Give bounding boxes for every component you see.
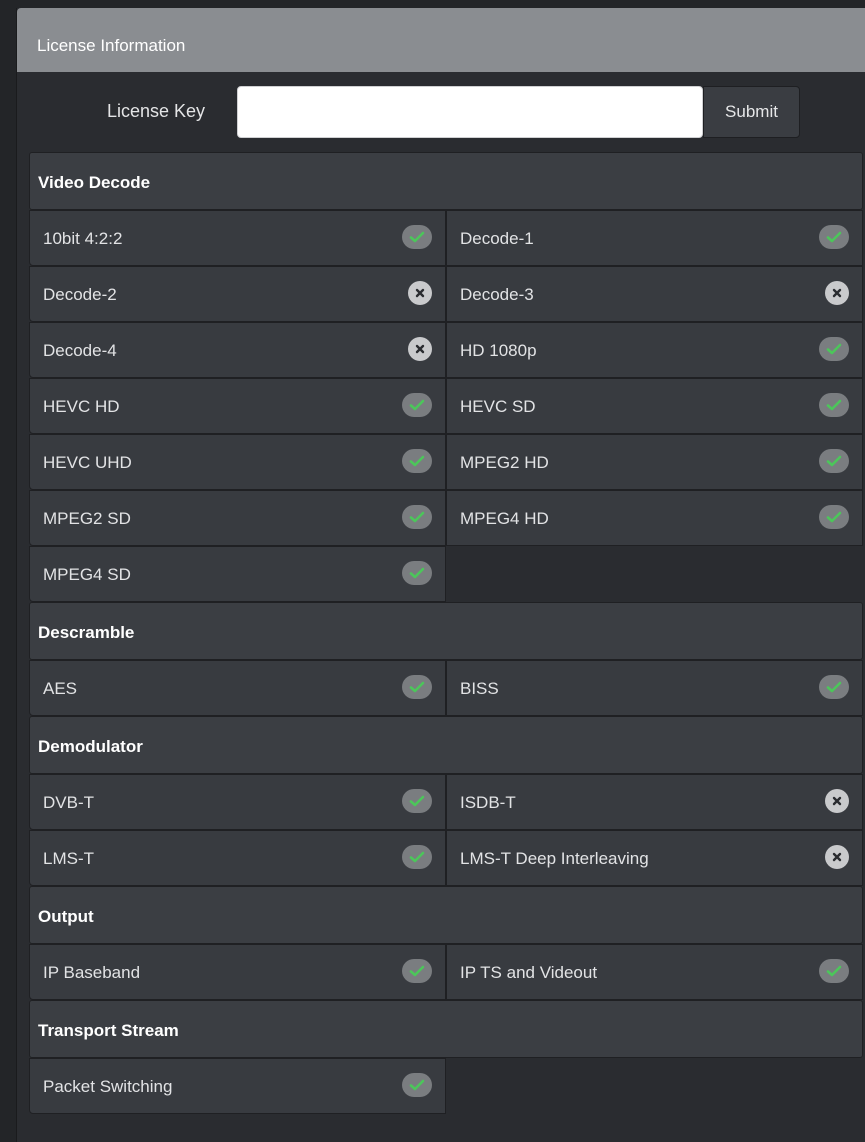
x-icon bbox=[825, 789, 849, 813]
license-feature-item: MPEG2 SD bbox=[29, 490, 446, 546]
feature-label: MPEG4 HD bbox=[460, 509, 549, 528]
feature-label: HD 1080p bbox=[460, 341, 537, 360]
license-feature-item: HEVC HD bbox=[29, 378, 446, 434]
license-feature-item: Packet Switching bbox=[29, 1058, 446, 1114]
empty-cell bbox=[446, 546, 863, 602]
check-icon bbox=[402, 845, 432, 869]
x-icon bbox=[408, 337, 432, 361]
section-header-descramble: Descramble bbox=[29, 602, 863, 660]
license-sections: Video Decode 10bit 4:2:2 Decode-1 Decode-2 D… bbox=[29, 152, 863, 1114]
license-feature-item: Decode-4 bbox=[29, 322, 446, 378]
feature-label: BISS bbox=[460, 679, 499, 698]
license-feature-item: DVB-T bbox=[29, 774, 446, 830]
section-grid-video-decode: 10bit 4:2:2 Decode-1 Decode-2 Decode-3 Decod… bbox=[29, 210, 863, 602]
license-feature-item: MPEG2 HD bbox=[446, 434, 863, 490]
check-icon bbox=[819, 505, 849, 529]
empty-cell bbox=[446, 1058, 863, 1114]
license-feature-item: IP Baseband bbox=[29, 944, 446, 1000]
section-header-video-decode: Video Decode bbox=[29, 152, 863, 210]
license-feature-item: Decode-3 bbox=[446, 266, 863, 322]
panel-title: License Information bbox=[17, 8, 865, 72]
feature-label: IP Baseband bbox=[43, 963, 141, 982]
feature-label: DVB-T bbox=[43, 793, 94, 812]
feature-label: HEVC HD bbox=[43, 397, 120, 416]
license-feature-item: HEVC UHD bbox=[29, 434, 446, 490]
license-feature-item: HEVC SD bbox=[446, 378, 863, 434]
section-grid-descramble: AES BISS bbox=[29, 660, 863, 716]
feature-label: MPEG2 HD bbox=[460, 453, 549, 472]
check-icon bbox=[402, 675, 432, 699]
license-feature-item: IP TS and Videout bbox=[446, 944, 863, 1000]
section-grid-output: IP Baseband IP TS and Videout bbox=[29, 944, 863, 1000]
license-feature-item: BISS bbox=[446, 660, 863, 716]
license-key-row: License Key Submit bbox=[17, 72, 865, 150]
check-icon bbox=[402, 505, 432, 529]
section-header-output: Output bbox=[29, 886, 863, 944]
feature-label: ISDB-T bbox=[460, 793, 516, 812]
section-header-demodulator: Demodulator bbox=[29, 716, 863, 774]
license-feature-item: LMS-T bbox=[29, 830, 446, 886]
license-feature-item: 10bit 4:2:2 bbox=[29, 210, 446, 266]
check-icon bbox=[819, 225, 849, 249]
license-key-label: License Key bbox=[107, 101, 206, 121]
license-panel: License Information License Key Submit V… bbox=[16, 8, 865, 1142]
check-icon bbox=[819, 337, 849, 361]
license-key-input[interactable] bbox=[237, 86, 703, 138]
check-icon bbox=[402, 789, 432, 813]
feature-label: Decode-4 bbox=[43, 341, 117, 360]
check-icon bbox=[402, 449, 432, 473]
feature-label: LMS-T Deep Interleaving bbox=[460, 849, 649, 868]
check-icon bbox=[819, 959, 849, 983]
check-icon bbox=[402, 393, 432, 417]
check-icon bbox=[402, 959, 432, 983]
feature-label: Packet Switching bbox=[43, 1077, 173, 1096]
license-feature-item: MPEG4 SD bbox=[29, 546, 446, 602]
feature-label: AES bbox=[43, 679, 78, 698]
feature-label: 10bit 4:2:2 bbox=[43, 229, 123, 248]
section-grid-demodulator: DVB-T ISDB-T LMS-T LMS-T Deep Interleaving bbox=[29, 774, 863, 886]
feature-label: LMS-T bbox=[43, 849, 94, 868]
submit-button[interactable]: Submit bbox=[703, 86, 800, 138]
section-header-transport-stream: Transport Stream bbox=[29, 1000, 863, 1058]
check-icon bbox=[819, 675, 849, 699]
license-feature-item: Decode-1 bbox=[446, 210, 863, 266]
x-icon bbox=[825, 281, 849, 305]
check-icon bbox=[402, 225, 432, 249]
feature-label: Decode-3 bbox=[460, 285, 534, 304]
license-feature-item: Decode-2 bbox=[29, 266, 446, 322]
check-icon bbox=[819, 393, 849, 417]
feature-label: Decode-1 bbox=[460, 229, 534, 248]
x-icon bbox=[825, 845, 849, 869]
section-grid-transport-stream: Packet Switching bbox=[29, 1058, 863, 1114]
license-feature-item: ISDB-T bbox=[446, 774, 863, 830]
check-icon bbox=[819, 449, 849, 473]
feature-label: IP TS and Videout bbox=[460, 963, 598, 982]
check-icon bbox=[402, 561, 432, 585]
license-feature-item: AES bbox=[29, 660, 446, 716]
feature-label: MPEG2 SD bbox=[43, 509, 131, 528]
feature-label: Decode-2 bbox=[43, 285, 117, 304]
check-icon bbox=[402, 1073, 432, 1097]
feature-label: HEVC SD bbox=[460, 397, 536, 416]
license-feature-item: LMS-T Deep Interleaving bbox=[446, 830, 863, 886]
feature-label: MPEG4 SD bbox=[43, 565, 131, 584]
feature-label: HEVC UHD bbox=[43, 453, 132, 472]
x-icon bbox=[408, 281, 432, 305]
license-feature-item: MPEG4 HD bbox=[446, 490, 863, 546]
license-feature-item: HD 1080p bbox=[446, 322, 863, 378]
